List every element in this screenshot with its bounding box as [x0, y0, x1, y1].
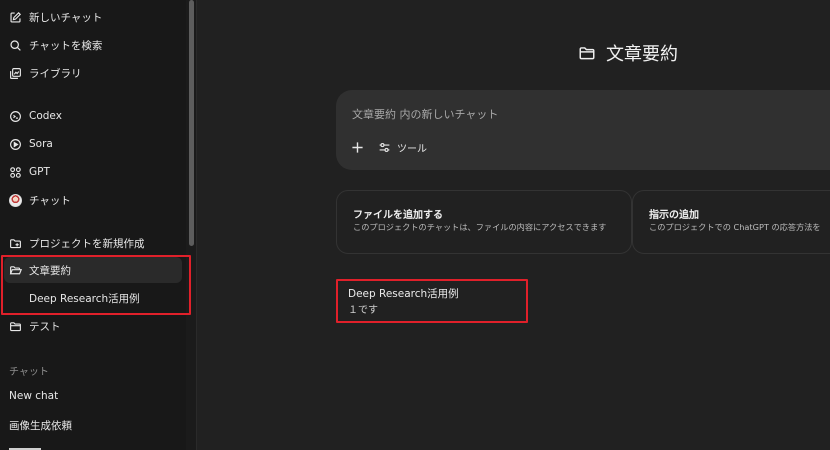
search-icon	[9, 39, 22, 52]
codex-icon	[9, 110, 22, 123]
card-title: ファイルを追加する	[353, 210, 443, 221]
page-title: 文章要約	[578, 40, 678, 66]
sidebar-item-label: 新しいチャット	[29, 11, 103, 24]
chats-section-label: チャット	[9, 367, 49, 378]
sidebar-item-chat-gpt[interactable]: チャット	[0, 187, 186, 213]
tools-label: ツール	[397, 143, 427, 155]
chat-history-item-partial[interactable]	[9, 445, 49, 450]
card-title: 指示の追加	[649, 210, 699, 221]
folder-icon	[578, 44, 596, 62]
sidebar-item-codex[interactable]: Codex	[0, 103, 186, 129]
chat-history-item[interactable]: New chat	[9, 390, 58, 402]
sliders-icon	[378, 141, 391, 154]
new-chat-icon	[9, 11, 22, 24]
sidebar-item-label: Codex	[29, 110, 62, 122]
highlight-box	[1, 255, 191, 315]
sidebar-item-label: プロジェクトを新規作成	[29, 237, 145, 250]
sidebar-item-library[interactable]: ライブラリ	[0, 60, 186, 86]
add-attachment-button[interactable]	[350, 140, 364, 154]
add-instructions-card[interactable]: 指示の追加 このプロジェクトでの ChatGPT の応答方法を	[632, 190, 830, 254]
project-title-text: 文章要約	[606, 44, 678, 65]
card-description: このプロジェクトのチャットは、ファイルの内容にアクセスできます	[353, 222, 607, 232]
sidebar-item-new-chat[interactable]: 新しいチャット	[0, 4, 186, 30]
sidebar-item-label: テスト	[29, 320, 61, 333]
sidebar-scrollbar-thumb[interactable]	[189, 0, 194, 246]
composer[interactable]: 文章要約 内の新しいチャット ツール	[336, 90, 830, 170]
folder-icon	[9, 320, 22, 333]
sidebar-item-search[interactable]: チャットを検索	[0, 32, 186, 58]
sidebar-item-sora[interactable]: Sora	[0, 131, 186, 157]
add-files-card[interactable]: ファイルを追加する このプロジェクトのチャットは、ファイルの内容にアクセスできま…	[336, 190, 632, 254]
composer-input[interactable]: 文章要約 内の新しいチャット	[352, 106, 498, 122]
sidebar-item-label: ライブラリ	[29, 67, 82, 80]
sidebar: 新しいチャット チャットを検索 ライブラリ Codex Sora GPT チャッ…	[0, 0, 186, 450]
sidebar-item-gpt[interactable]: GPT	[0, 159, 186, 185]
sidebar-item-label: チャットを検索	[29, 39, 103, 52]
card-description: このプロジェクトでの ChatGPT の応答方法を	[649, 222, 821, 232]
tools-button[interactable]: ツール	[378, 140, 427, 155]
chat-history-item[interactable]: 画像生成依頼	[9, 418, 72, 433]
highlight-box	[336, 279, 528, 323]
sidebar-item-label: チャット	[29, 194, 71, 207]
plus-icon	[351, 141, 364, 154]
folder-plus-icon	[9, 237, 22, 250]
sidebar-item-label: Sora	[29, 138, 53, 150]
avatar	[9, 193, 22, 207]
divider	[196, 0, 197, 450]
library-icon	[9, 67, 22, 80]
new-project-button[interactable]: プロジェクトを新規作成	[0, 230, 186, 256]
sidebar-project-test[interactable]: テスト	[0, 313, 186, 339]
gpt-grid-icon	[9, 166, 22, 179]
sora-icon	[9, 138, 22, 151]
sidebar-item-label: GPT	[29, 166, 50, 178]
